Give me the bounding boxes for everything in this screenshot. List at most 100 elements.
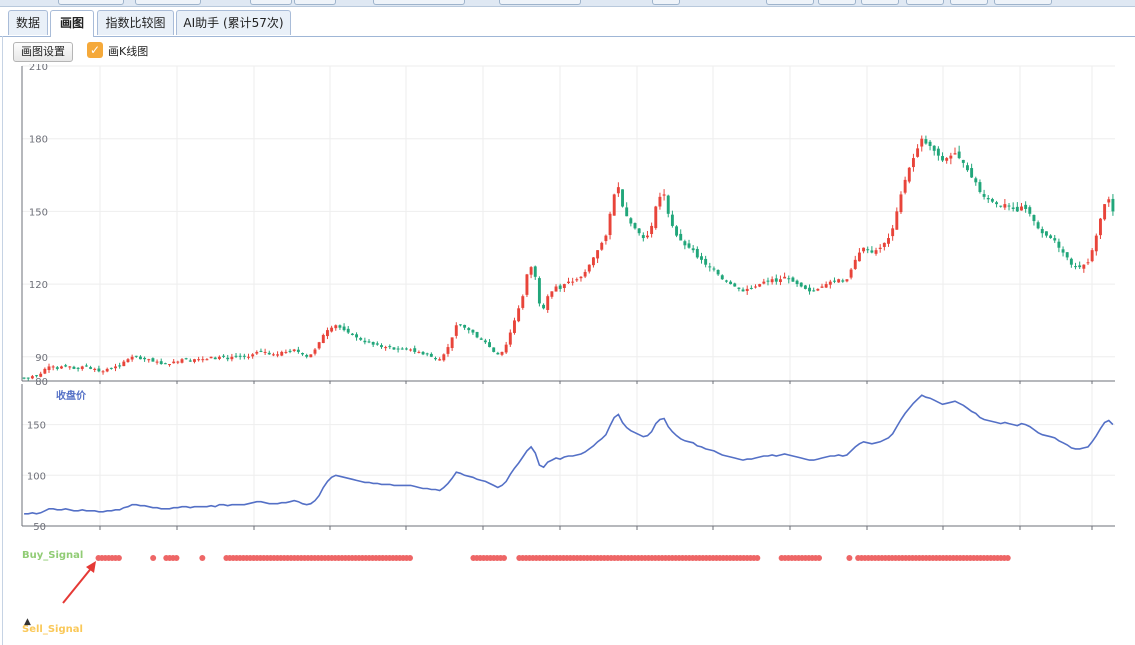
candle-body: [633, 223, 637, 229]
candle-body: [172, 361, 176, 364]
candle-body: [51, 366, 55, 368]
candle-body: [155, 361, 159, 363]
candle-body: [43, 368, 47, 374]
candle-body: [508, 332, 512, 345]
candle-body: [941, 156, 944, 161]
candle-body: [301, 353, 304, 355]
candle-body: [679, 233, 683, 241]
candle-body: [438, 359, 442, 361]
candle-body: [159, 361, 163, 365]
candle-body: [654, 206, 658, 229]
candle-body: [816, 288, 820, 291]
candle-body: [1111, 198, 1115, 212]
candle-body: [666, 195, 670, 214]
candle-body: [276, 354, 280, 356]
candle-body: [147, 359, 151, 361]
candle-body: [1094, 235, 1098, 252]
candle-body: [363, 340, 367, 343]
candle-body: [388, 346, 392, 348]
candle-body: [446, 347, 450, 354]
candle-body: [513, 320, 516, 333]
candle-body: [471, 329, 475, 333]
candle-body: [687, 243, 691, 248]
candle-body: [704, 258, 708, 265]
y-tick-label: 120: [29, 280, 48, 291]
candle-body: [691, 248, 695, 251]
candle-body: [130, 356, 134, 360]
toolbar-ghost-button: [766, 0, 814, 5]
candle-body: [695, 248, 699, 258]
candle-body: [226, 357, 230, 360]
candle-body: [326, 330, 329, 337]
candle-body: [857, 252, 861, 262]
candle-body: [1061, 249, 1065, 253]
candle-body: [197, 359, 201, 361]
candle-body: [163, 363, 167, 365]
candle-body: [380, 345, 383, 348]
candle-body: [267, 352, 271, 355]
candle-body: [1078, 265, 1082, 268]
candle-body: [837, 279, 841, 283]
candle-body: [758, 284, 762, 287]
candle-body: [346, 328, 350, 333]
candle-body: [924, 139, 928, 144]
candle-body: [338, 325, 342, 328]
candle-body: [932, 145, 936, 151]
candle-body: [662, 194, 666, 196]
tab-chart[interactable]: 画图: [50, 10, 94, 37]
y-tick-label: 150: [29, 207, 48, 218]
candle-body: [911, 158, 915, 168]
buy-signal-label: Buy_Signal: [22, 550, 83, 561]
tab-index-compare[interactable]: 指数比较图: [97, 10, 174, 35]
candle-body: [93, 368, 97, 371]
candle-body: [870, 250, 874, 253]
candle-body: [712, 268, 716, 270]
tab-data[interactable]: 数据: [8, 10, 48, 35]
buy-signal-dot: [754, 555, 761, 561]
toolbar-ghost-button: [499, 0, 581, 5]
candle-body: [375, 343, 379, 345]
candle-body: [587, 264, 591, 272]
candle-body: [575, 279, 579, 281]
candle-body: [803, 285, 807, 289]
candle-body: [845, 279, 849, 282]
chart-settings-button[interactable]: 画图设置: [13, 42, 73, 62]
kline-checkbox[interactable]: ✓: [87, 42, 103, 58]
candle-body: [176, 361, 180, 363]
candle-body: [1090, 250, 1094, 262]
candle-body: [429, 353, 433, 357]
chart-canvas[interactable]: 80 90 120 150 180 210 50 100 150 收盘价 Buy_Signal…: [0, 64, 1135, 644]
toolbar-ghost-button: [818, 0, 856, 5]
candle-body: [263, 351, 267, 353]
candle-body: [749, 287, 753, 289]
candle-body: [1065, 252, 1069, 258]
candle-body: [820, 286, 824, 288]
candle-body: [504, 344, 508, 353]
candle-body: [986, 198, 990, 200]
candle-body: [550, 291, 554, 297]
candle-body: [217, 356, 221, 359]
candle-body: [134, 355, 138, 357]
candle-body: [492, 347, 496, 352]
y-tick-label: 210: [29, 64, 48, 73]
tab-ai-assistant[interactable]: AI助手 (累计57次): [176, 10, 291, 35]
candle-body: [188, 360, 192, 362]
candle-body: [824, 284, 828, 288]
candle-body: [533, 266, 537, 277]
candle-body: [808, 287, 811, 292]
candle-body: [247, 356, 250, 358]
candle-body: [724, 280, 728, 282]
candle-body: [762, 281, 766, 284]
candle-body: [479, 338, 483, 340]
candle-body: [874, 250, 878, 254]
candle-body: [729, 281, 733, 285]
candle-body: [650, 225, 654, 235]
close-price-line: [24, 394, 1114, 515]
candle-body: [1040, 229, 1044, 234]
close-price-grid: [22, 384, 1115, 530]
candle-body: [1103, 204, 1107, 220]
candle-body: [450, 337, 454, 349]
candle-body: [899, 194, 903, 213]
candle-body: [745, 288, 749, 291]
candle-body: [39, 373, 43, 377]
